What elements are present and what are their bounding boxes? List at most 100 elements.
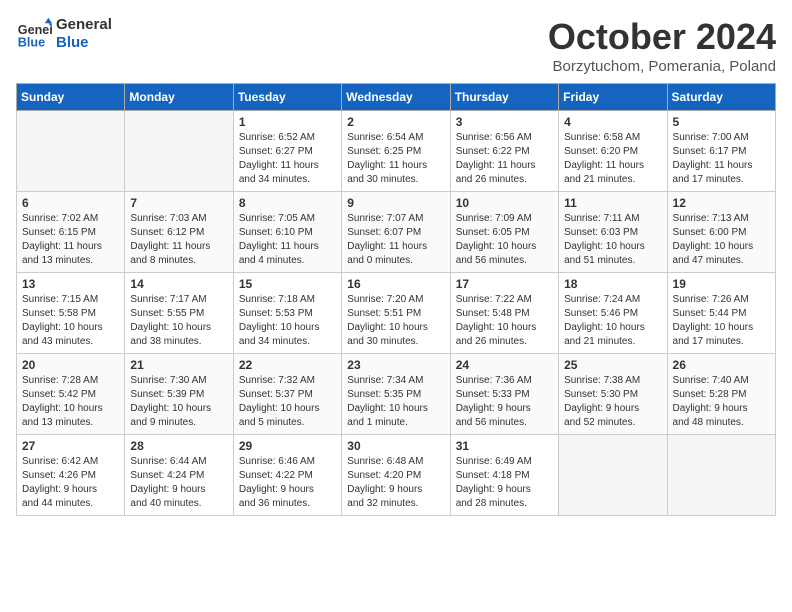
day-number: 4 bbox=[564, 115, 661, 129]
day-cell: 23 Sunrise: 7:34 AM Sunset: 5:35 PM Dayli… bbox=[342, 354, 450, 435]
day-number: 24 bbox=[456, 358, 553, 372]
day-info: Sunrise: 7:20 AM Sunset: 5:51 PM Dayligh… bbox=[347, 293, 444, 349]
day-number: 14 bbox=[130, 277, 227, 291]
day-cell: 21 Sunrise: 7:30 AM Sunset: 5:39 PM Dayli… bbox=[125, 354, 233, 435]
day-number: 1 bbox=[239, 115, 336, 129]
day-cell: 17 Sunrise: 7:22 AM Sunset: 5:48 PM Dayli… bbox=[450, 273, 558, 354]
day-number: 11 bbox=[564, 196, 661, 210]
day-info: Sunrise: 7:03 AM Sunset: 6:12 PM Dayligh… bbox=[130, 212, 227, 268]
day-cell: 4 Sunrise: 6:58 AM Sunset: 6:20 PM Daylig… bbox=[559, 111, 667, 192]
day-cell: 29 Sunrise: 6:46 AM Sunset: 4:22 PM Dayli… bbox=[233, 435, 341, 516]
day-info: Sunrise: 6:58 AM Sunset: 6:20 PM Dayligh… bbox=[564, 131, 661, 187]
header-tuesday: Tuesday bbox=[233, 84, 341, 111]
day-number: 21 bbox=[130, 358, 227, 372]
day-info: Sunrise: 7:26 AM Sunset: 5:44 PM Dayligh… bbox=[673, 293, 770, 349]
day-info: Sunrise: 7:02 AM Sunset: 6:15 PM Dayligh… bbox=[22, 212, 119, 268]
day-cell: 8 Sunrise: 7:05 AM Sunset: 6:10 PM Daylig… bbox=[233, 192, 341, 273]
day-cell: 28Sunrise: 6:44 AM Sunset: 4:24 PM Dayli… bbox=[125, 435, 233, 516]
day-cell: 31 Sunrise: 6:49 AM Sunset: 4:18 PM Dayli… bbox=[450, 435, 558, 516]
day-cell: 6Sunrise: 7:02 AM Sunset: 6:15 PM Daylig… bbox=[17, 192, 125, 273]
day-info: Sunrise: 7:32 AM Sunset: 5:37 PM Dayligh… bbox=[239, 374, 336, 430]
day-info: Sunrise: 7:13 AM Sunset: 6:00 PM Dayligh… bbox=[673, 212, 770, 268]
day-number: 15 bbox=[239, 277, 336, 291]
day-cell bbox=[667, 435, 775, 516]
day-cell: 1Sunrise: 6:52 AM Sunset: 6:27 PM Daylig… bbox=[233, 111, 341, 192]
day-info: Sunrise: 7:11 AM Sunset: 6:03 PM Dayligh… bbox=[564, 212, 661, 268]
day-cell: 15 Sunrise: 7:18 AM Sunset: 5:53 PM Dayli… bbox=[233, 273, 341, 354]
header-sunday: Sunday bbox=[17, 84, 125, 111]
day-number: 10 bbox=[456, 196, 553, 210]
day-cell: 12 Sunrise: 7:13 AM Sunset: 6:00 PM Dayli… bbox=[667, 192, 775, 273]
day-number: 8 bbox=[239, 196, 336, 210]
day-info: Sunrise: 7:34 AM Sunset: 5:35 PM Dayligh… bbox=[347, 374, 444, 430]
logo: General Blue General Blue bbox=[16, 16, 112, 52]
day-info: Sunrise: 6:54 AM Sunset: 6:25 PM Dayligh… bbox=[347, 131, 444, 187]
day-cell: 13 Sunrise: 7:15 AM Sunset: 5:58 PM Dayli… bbox=[17, 273, 125, 354]
day-cell: 26 Sunrise: 7:40 AM Sunset: 5:28 PM Dayli… bbox=[667, 354, 775, 435]
day-cell: 19 Sunrise: 7:26 AM Sunset: 5:44 PM Dayli… bbox=[667, 273, 775, 354]
day-info: Sunrise: 7:22 AM Sunset: 5:48 PM Dayligh… bbox=[456, 293, 553, 349]
day-number: 23 bbox=[347, 358, 444, 372]
day-info: Sunrise: 7:17 AM Sunset: 5:55 PM Dayligh… bbox=[130, 293, 227, 349]
header-row: SundayMondayTuesdayWednesdayThursdayFrid… bbox=[17, 84, 776, 111]
day-number: 28 bbox=[130, 439, 227, 453]
svg-text:Blue: Blue bbox=[18, 36, 45, 50]
header-friday: Friday bbox=[559, 84, 667, 111]
day-number: 12 bbox=[673, 196, 770, 210]
day-cell: 22 Sunrise: 7:32 AM Sunset: 5:37 PM Dayli… bbox=[233, 354, 341, 435]
day-number: 13 bbox=[22, 277, 119, 291]
day-cell: 9Sunrise: 7:07 AM Sunset: 6:07 PM Daylig… bbox=[342, 192, 450, 273]
day-cell bbox=[17, 111, 125, 192]
day-info: Sunrise: 7:30 AM Sunset: 5:39 PM Dayligh… bbox=[130, 374, 227, 430]
logo-icon: General Blue bbox=[16, 16, 52, 52]
header-thursday: Thursday bbox=[450, 84, 558, 111]
day-number: 20 bbox=[22, 358, 119, 372]
day-number: 22 bbox=[239, 358, 336, 372]
header-monday: Monday bbox=[125, 84, 233, 111]
day-info: Sunrise: 7:18 AM Sunset: 5:53 PM Dayligh… bbox=[239, 293, 336, 349]
day-number: 25 bbox=[564, 358, 661, 372]
day-info: Sunrise: 7:36 AM Sunset: 5:33 PM Dayligh… bbox=[456, 374, 553, 430]
day-cell: 24 Sunrise: 7:36 AM Sunset: 5:33 PM Dayli… bbox=[450, 354, 558, 435]
day-number: 19 bbox=[673, 277, 770, 291]
day-number: 7 bbox=[130, 196, 227, 210]
day-number: 27 bbox=[22, 439, 119, 453]
day-number: 17 bbox=[456, 277, 553, 291]
day-cell: 16 Sunrise: 7:20 AM Sunset: 5:51 PM Dayli… bbox=[342, 273, 450, 354]
day-number: 29 bbox=[239, 439, 336, 453]
day-number: 18 bbox=[564, 277, 661, 291]
day-cell: 25Sunrise: 7:38 AM Sunset: 5:30 PM Dayli… bbox=[559, 354, 667, 435]
day-number: 2 bbox=[347, 115, 444, 129]
week-row-3: 13 Sunrise: 7:15 AM Sunset: 5:58 PM Dayli… bbox=[17, 273, 776, 354]
week-row-1: 1Sunrise: 6:52 AM Sunset: 6:27 PM Daylig… bbox=[17, 111, 776, 192]
day-cell: 2 Sunrise: 6:54 AM Sunset: 6:25 PM Daylig… bbox=[342, 111, 450, 192]
day-cell: 30Sunrise: 6:48 AM Sunset: 4:20 PM Dayli… bbox=[342, 435, 450, 516]
day-number: 3 bbox=[456, 115, 553, 129]
week-row-5: 27Sunrise: 6:42 AM Sunset: 4:26 PM Dayli… bbox=[17, 435, 776, 516]
week-row-2: 6Sunrise: 7:02 AM Sunset: 6:15 PM Daylig… bbox=[17, 192, 776, 273]
day-info: Sunrise: 6:49 AM Sunset: 4:18 PM Dayligh… bbox=[456, 455, 553, 511]
logo-line1: General bbox=[56, 16, 112, 34]
day-cell: 11 Sunrise: 7:11 AM Sunset: 6:03 PM Dayli… bbox=[559, 192, 667, 273]
day-info: Sunrise: 7:05 AM Sunset: 6:10 PM Dayligh… bbox=[239, 212, 336, 268]
day-info: Sunrise: 7:15 AM Sunset: 5:58 PM Dayligh… bbox=[22, 293, 119, 349]
day-number: 26 bbox=[673, 358, 770, 372]
day-number: 31 bbox=[456, 439, 553, 453]
day-number: 16 bbox=[347, 277, 444, 291]
month-title: October 2024 bbox=[548, 16, 776, 58]
calendar-table: SundayMondayTuesdayWednesdayThursdayFrid… bbox=[16, 83, 776, 516]
day-info: Sunrise: 6:48 AM Sunset: 4:20 PM Dayligh… bbox=[347, 455, 444, 511]
day-info: Sunrise: 6:46 AM Sunset: 4:22 PM Dayligh… bbox=[239, 455, 336, 511]
day-cell: 3Sunrise: 6:56 AM Sunset: 6:22 PM Daylig… bbox=[450, 111, 558, 192]
day-cell bbox=[125, 111, 233, 192]
day-number: 9 bbox=[347, 196, 444, 210]
day-info: Sunrise: 7:40 AM Sunset: 5:28 PM Dayligh… bbox=[673, 374, 770, 430]
day-info: Sunrise: 7:00 AM Sunset: 6:17 PM Dayligh… bbox=[673, 131, 770, 187]
header-wednesday: Wednesday bbox=[342, 84, 450, 111]
week-row-4: 20Sunrise: 7:28 AM Sunset: 5:42 PM Dayli… bbox=[17, 354, 776, 435]
day-cell: 18Sunrise: 7:24 AM Sunset: 5:46 PM Dayli… bbox=[559, 273, 667, 354]
title-block: October 2024 Borzytuchom, Pomerania, Pol… bbox=[548, 16, 776, 75]
day-cell: 27Sunrise: 6:42 AM Sunset: 4:26 PM Dayli… bbox=[17, 435, 125, 516]
day-cell bbox=[559, 435, 667, 516]
day-cell: 14 Sunrise: 7:17 AM Sunset: 5:55 PM Dayli… bbox=[125, 273, 233, 354]
